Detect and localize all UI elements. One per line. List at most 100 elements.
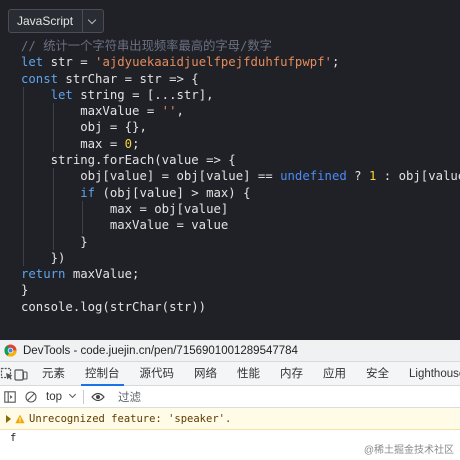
eye-icon[interactable] xyxy=(86,385,110,409)
code-token: undefined xyxy=(280,169,347,184)
context-selector[interactable]: top xyxy=(42,391,81,403)
code-token: ; xyxy=(331,55,340,70)
language-selector[interactable]: JavaScript xyxy=(8,9,105,33)
watermark: @稀土掘金技术社区 xyxy=(363,445,454,456)
indent-guide xyxy=(52,217,54,234)
code-token: let xyxy=(50,87,73,102)
code-token: 'ajdyuekaaidjuelfpejfduhfufpwpf' xyxy=(95,55,332,70)
indent-guide xyxy=(52,168,54,185)
code-token: // 统计一个字符串出现频率最高的字母/数字 xyxy=(21,39,272,53)
indent-guide xyxy=(52,233,54,250)
indent-guide xyxy=(52,103,54,120)
code-token: 0 xyxy=(124,136,133,151)
expand-triangle-icon[interactable] xyxy=(6,414,11,423)
indent-guide xyxy=(82,217,84,234)
code-line: max = obj[value] xyxy=(21,200,460,218)
code-line: maxValue = value xyxy=(21,217,460,234)
code-token: maxValue; xyxy=(65,267,140,282)
code-line: let string = [...str], xyxy=(21,86,460,104)
indent-guide xyxy=(52,135,54,153)
code-line: } xyxy=(21,233,460,250)
code-line: obj = {}, xyxy=(21,119,460,136)
code-token: obj = {}, xyxy=(21,120,147,135)
indent-guide xyxy=(52,200,54,218)
chevron-down-icon xyxy=(68,390,77,399)
code-block[interactable]: // 统计一个字符串出现频率最高的字母/数字 let str = 'ajdyuek… xyxy=(21,38,460,315)
context-label: top xyxy=(46,390,62,403)
code-token: const xyxy=(21,71,59,86)
code-token: string.forEach(value => { xyxy=(21,153,236,168)
code-token: ? xyxy=(346,169,369,184)
clear-console-icon[interactable] xyxy=(20,385,42,409)
sidebar-toggle-icon[interactable] xyxy=(0,385,20,409)
warning-icon xyxy=(15,414,25,423)
code-token: : obj[value] + xyxy=(383,169,460,184)
indent-guide xyxy=(23,135,25,153)
code-line: maxValue = '', xyxy=(21,103,460,120)
devtools-title: DevTools - code.juejin.cn/pen/7156901001… xyxy=(23,344,298,357)
indent-guide xyxy=(52,184,54,201)
code-token: let xyxy=(21,55,44,70)
code-line: console.log(strChar(str)) xyxy=(21,299,460,315)
chrome-devtools-icon xyxy=(4,344,17,357)
code-token: (obj[value] > max) { xyxy=(95,185,251,200)
indent-guide xyxy=(23,152,25,169)
indent-guide xyxy=(23,200,25,218)
code-line: if (obj[value] > max) { xyxy=(21,184,460,201)
indent-guide xyxy=(23,168,25,185)
devtools-panel: DevTools - code.juejin.cn/pen/7156901001… xyxy=(0,340,460,460)
code-token: }) xyxy=(21,250,66,265)
devtools-tab[interactable]: 控制台 xyxy=(75,362,130,386)
indent-guide xyxy=(23,86,25,104)
console-toolbar: top 过滤 xyxy=(0,386,460,408)
code-token: return xyxy=(21,267,66,282)
code-line: } xyxy=(21,282,460,298)
devtools-titlebar: DevTools - code.juejin.cn/pen/7156901001… xyxy=(0,340,460,362)
code-line: string.forEach(value => { xyxy=(21,152,460,169)
code-token: '' xyxy=(161,104,177,119)
code-line: obj[value] = obj[value] == undefined ? 1… xyxy=(21,168,460,185)
indent-guide xyxy=(23,217,25,234)
code-line: return maxValue; xyxy=(21,266,460,282)
code-token: maxValue = xyxy=(21,104,162,119)
indent-guide xyxy=(23,103,25,120)
code-line: }) xyxy=(21,249,460,267)
code-line: let str = 'ajdyuekaaidjuelfpejfduhfufpwp… xyxy=(21,54,460,70)
devtools-tab[interactable]: 安全 xyxy=(356,362,399,386)
code-line: max = 0; xyxy=(21,135,460,153)
code-editor[interactable]: JavaScript // 统计一个字符串出现频率最高的字母/数字 let str… xyxy=(0,0,460,340)
device-toolbar-icon[interactable] xyxy=(14,362,28,386)
warning-message: Unrecognized feature: 'speaker'. xyxy=(29,412,232,425)
code-token: } xyxy=(21,283,29,298)
indent-guide xyxy=(52,119,54,136)
language-label: JavaScript xyxy=(9,10,84,32)
devtools-tab[interactable]: 应用 xyxy=(313,362,356,386)
devtools-tab[interactable]: 网络 xyxy=(184,362,227,386)
console-warning-row[interactable]: Unrecognized feature: 'speaker'. xyxy=(0,408,460,430)
indent-guide xyxy=(23,184,25,201)
code-token: obj[value] = obj[value] == xyxy=(21,169,281,184)
devtools-tab[interactable]: Lighthouse xyxy=(399,362,460,386)
indent-guide xyxy=(23,249,25,267)
code-token: str = xyxy=(43,55,96,70)
devtools-tab[interactable]: 内存 xyxy=(270,362,313,386)
code-token: console.log(strChar(str)) xyxy=(21,299,207,314)
code-token: strChar = str => { xyxy=(58,71,199,86)
code-token: max = xyxy=(21,136,125,151)
code-token: string = [...str], xyxy=(72,87,214,102)
inspect-element-icon[interactable] xyxy=(0,362,14,386)
code-token: } xyxy=(21,234,88,249)
devtools-tab[interactable]: 性能 xyxy=(227,362,270,386)
filter-input[interactable]: 过滤 xyxy=(118,389,141,405)
code-line: // 统计一个字符串出现频率最高的字母/数字 xyxy=(21,38,460,54)
code-token: if xyxy=(80,185,96,200)
indent-guide xyxy=(23,119,25,136)
devtools-tab[interactable]: 元素 xyxy=(32,362,75,386)
code-line: const strChar = str => { xyxy=(21,71,460,87)
divider xyxy=(83,389,84,404)
chevron-down-icon[interactable] xyxy=(83,10,103,32)
devtools-tab[interactable]: 源代码 xyxy=(130,362,185,386)
code-token: ; xyxy=(132,136,140,151)
